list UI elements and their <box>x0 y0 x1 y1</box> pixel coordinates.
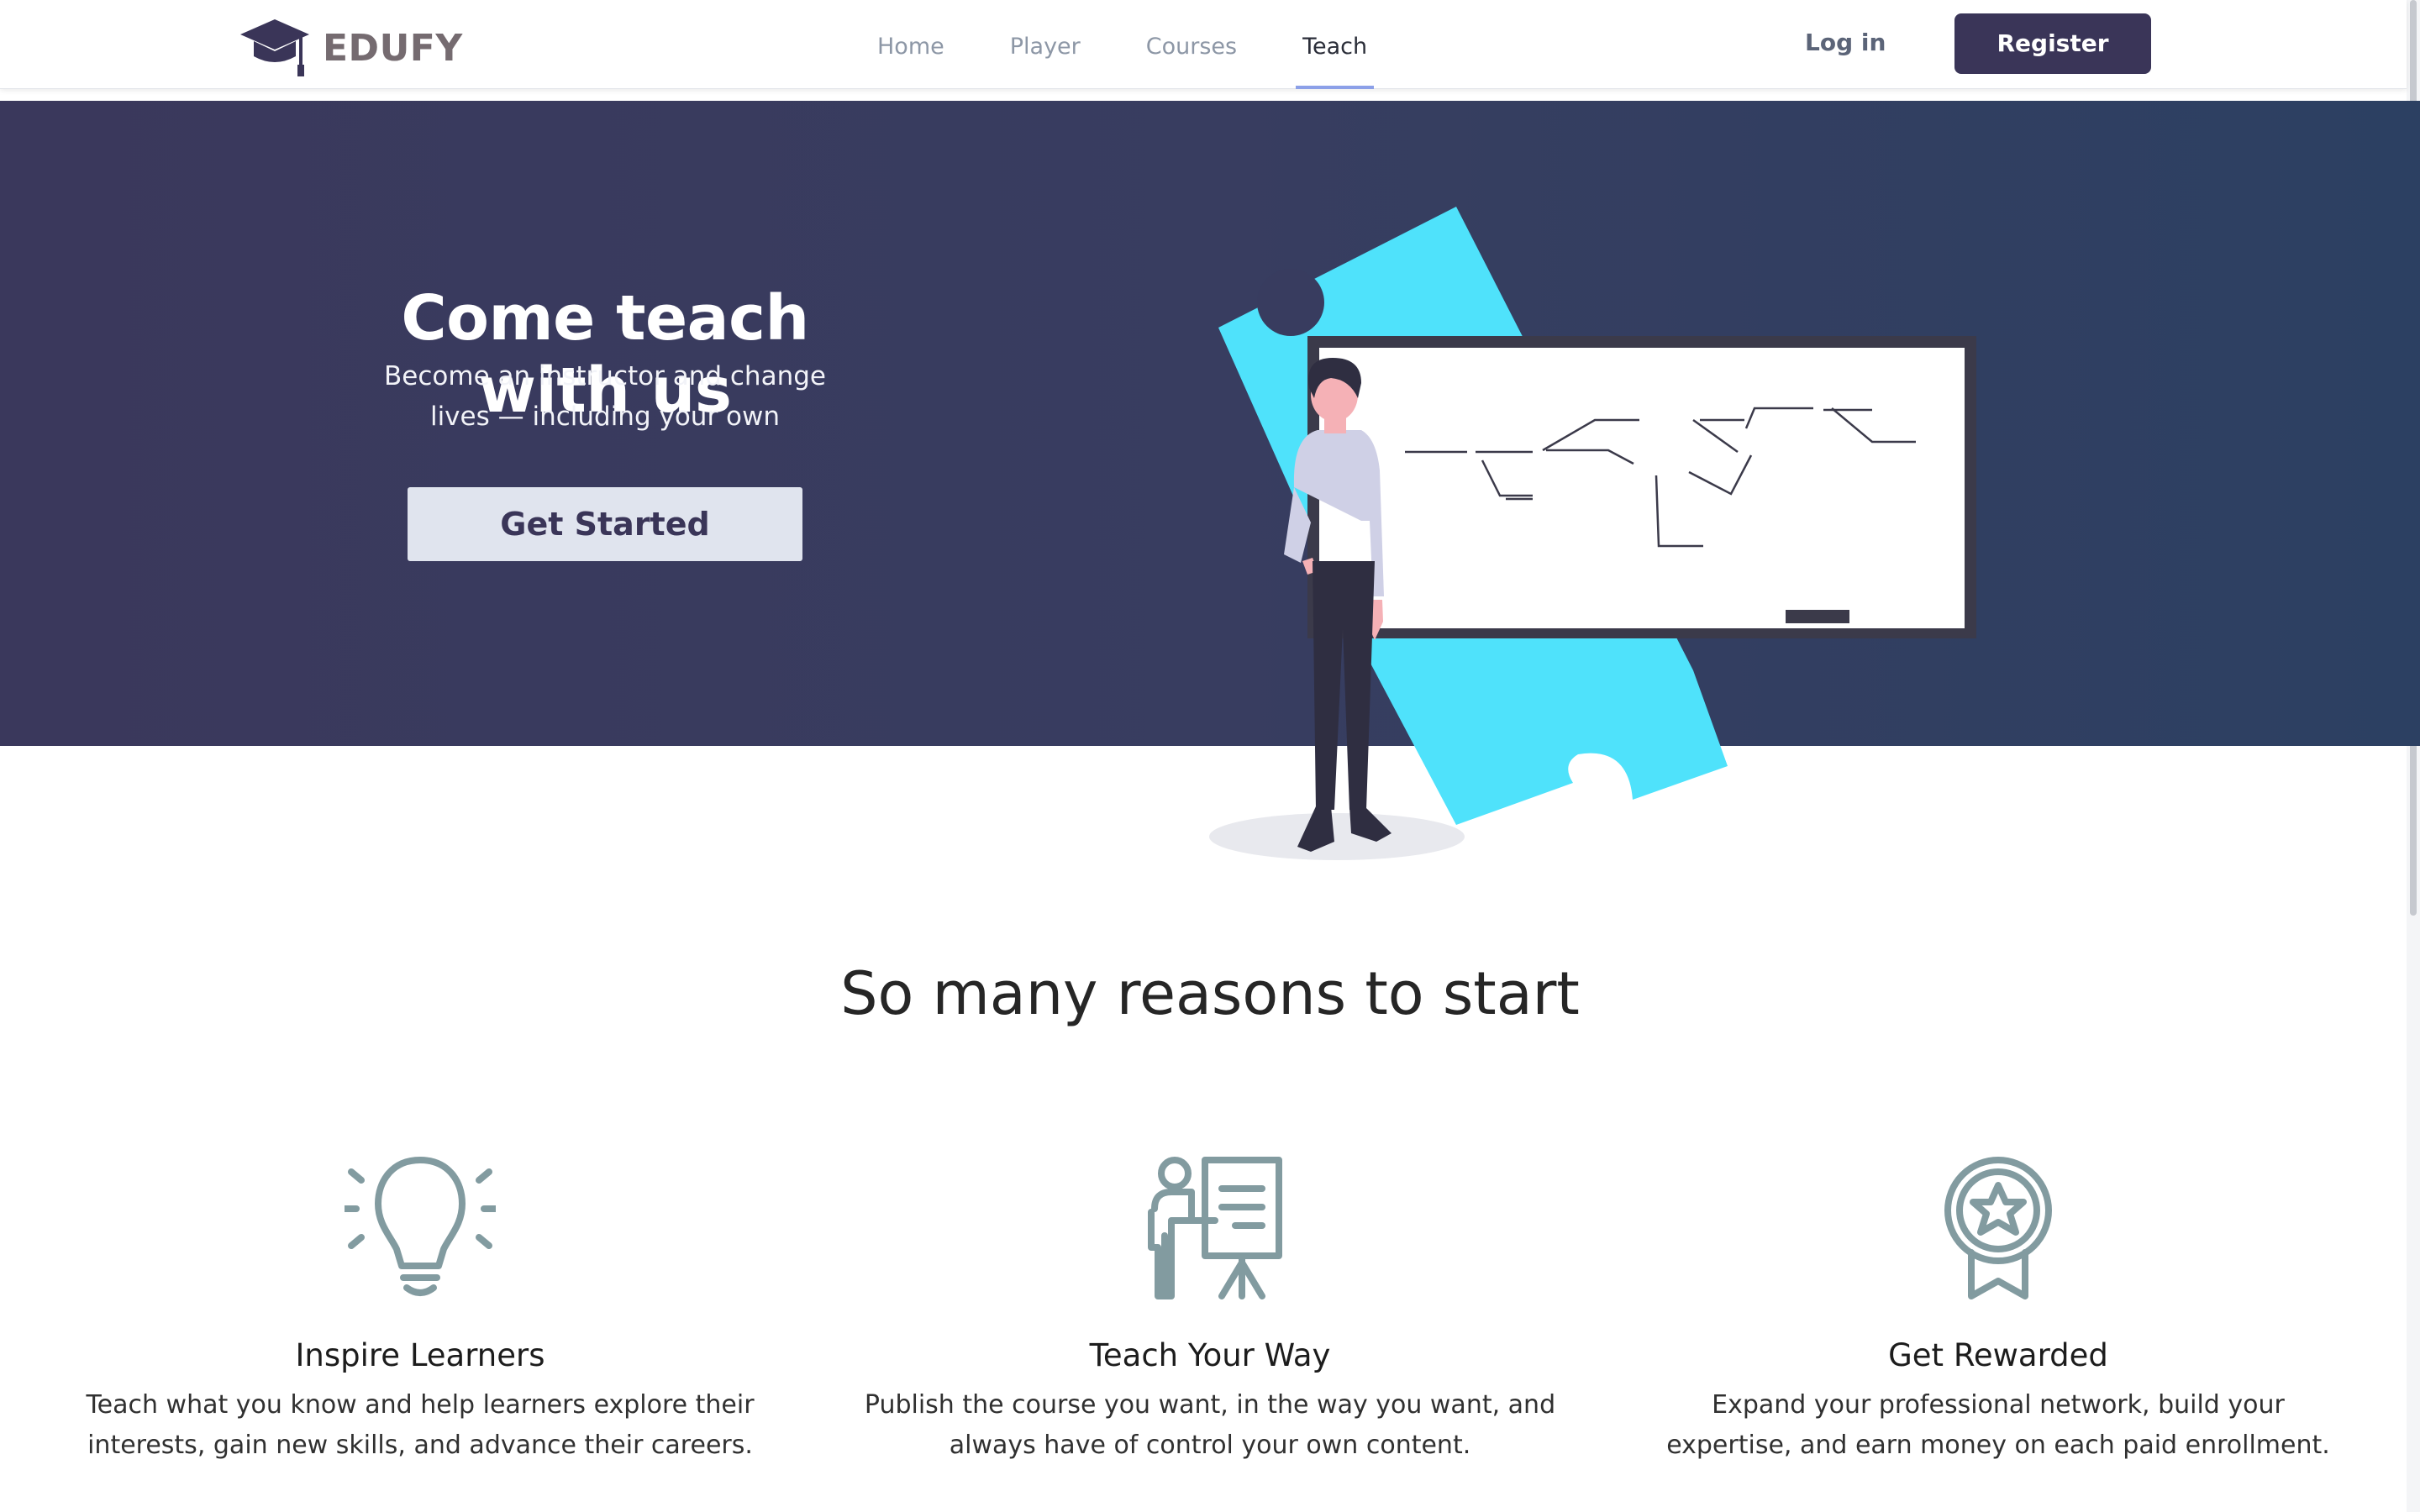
feature-card: Inspire Learners Teach what you know and… <box>67 1155 773 1466</box>
feature-description: Teach what you know and help learners ex… <box>67 1385 773 1466</box>
nav-link-player[interactable]: Player <box>1010 0 1081 89</box>
hero-subtitle-line: Become an instructor and change <box>384 361 826 391</box>
top-navbar: EDUFY Home Player Courses Teach Log in R… <box>0 0 2407 89</box>
teacher-whiteboard-illustration <box>1209 207 1976 860</box>
teacher-board-icon <box>1148 1157 1282 1299</box>
feature-description-line: interests, gain new skills, and advance … <box>87 1431 753 1460</box>
get-started-button[interactable]: Get Started <box>408 487 802 561</box>
feature-title: Get Rewarded <box>1888 1337 2108 1373</box>
hero-subtitle-line: lives — including your own <box>429 402 781 432</box>
nav-link-teach[interactable]: Teach <box>1296 0 1375 89</box>
feature-description-line: Publish the course you want, in the way … <box>864 1390 1556 1420</box>
nav-links: Home Player Courses Teach <box>877 0 1433 89</box>
feature-title: Teach Your Way <box>1089 1337 1331 1373</box>
feature-description: Publish the course you want, in the way … <box>857 1385 1563 1466</box>
feature-description: Expand your professional network, build … <box>1645 1385 2351 1466</box>
award-badge-icon <box>1944 1157 2052 1299</box>
hero-subtitle: Become an instructor and change lives — … <box>370 356 840 437</box>
feature-description-line: always have of control your own content. <box>949 1431 1471 1460</box>
feature-card: Teach Your Way Publish the course you wa… <box>857 1155 1563 1466</box>
reasons-title: So many reasons to start <box>840 959 1580 1028</box>
nav-link-courses[interactable]: Courses <box>1146 0 1237 89</box>
brand-name: EDUFY <box>323 26 463 70</box>
brand-logo[interactable]: EDUFY <box>239 19 463 76</box>
lightbulb-icon <box>345 1157 496 1296</box>
register-button[interactable]: Register <box>1954 13 2151 74</box>
feature-title: Inspire Learners <box>295 1337 545 1373</box>
graduation-cap-icon <box>240 19 309 76</box>
feature-description-line: Expand your professional network, build … <box>1712 1390 2285 1420</box>
login-link[interactable]: Log in <box>1805 29 1886 56</box>
nav-link-home[interactable]: Home <box>877 0 944 89</box>
page: EDUFY Home Player Courses Teach Log in R… <box>0 0 2420 1512</box>
feature-description-line: expertise, and earn money on each paid e… <box>1666 1431 2330 1460</box>
feature-description-line: Teach what you know and help learners ex… <box>86 1390 755 1420</box>
feature-card: Get Rewarded Expand your professional ne… <box>1645 1155 2351 1466</box>
